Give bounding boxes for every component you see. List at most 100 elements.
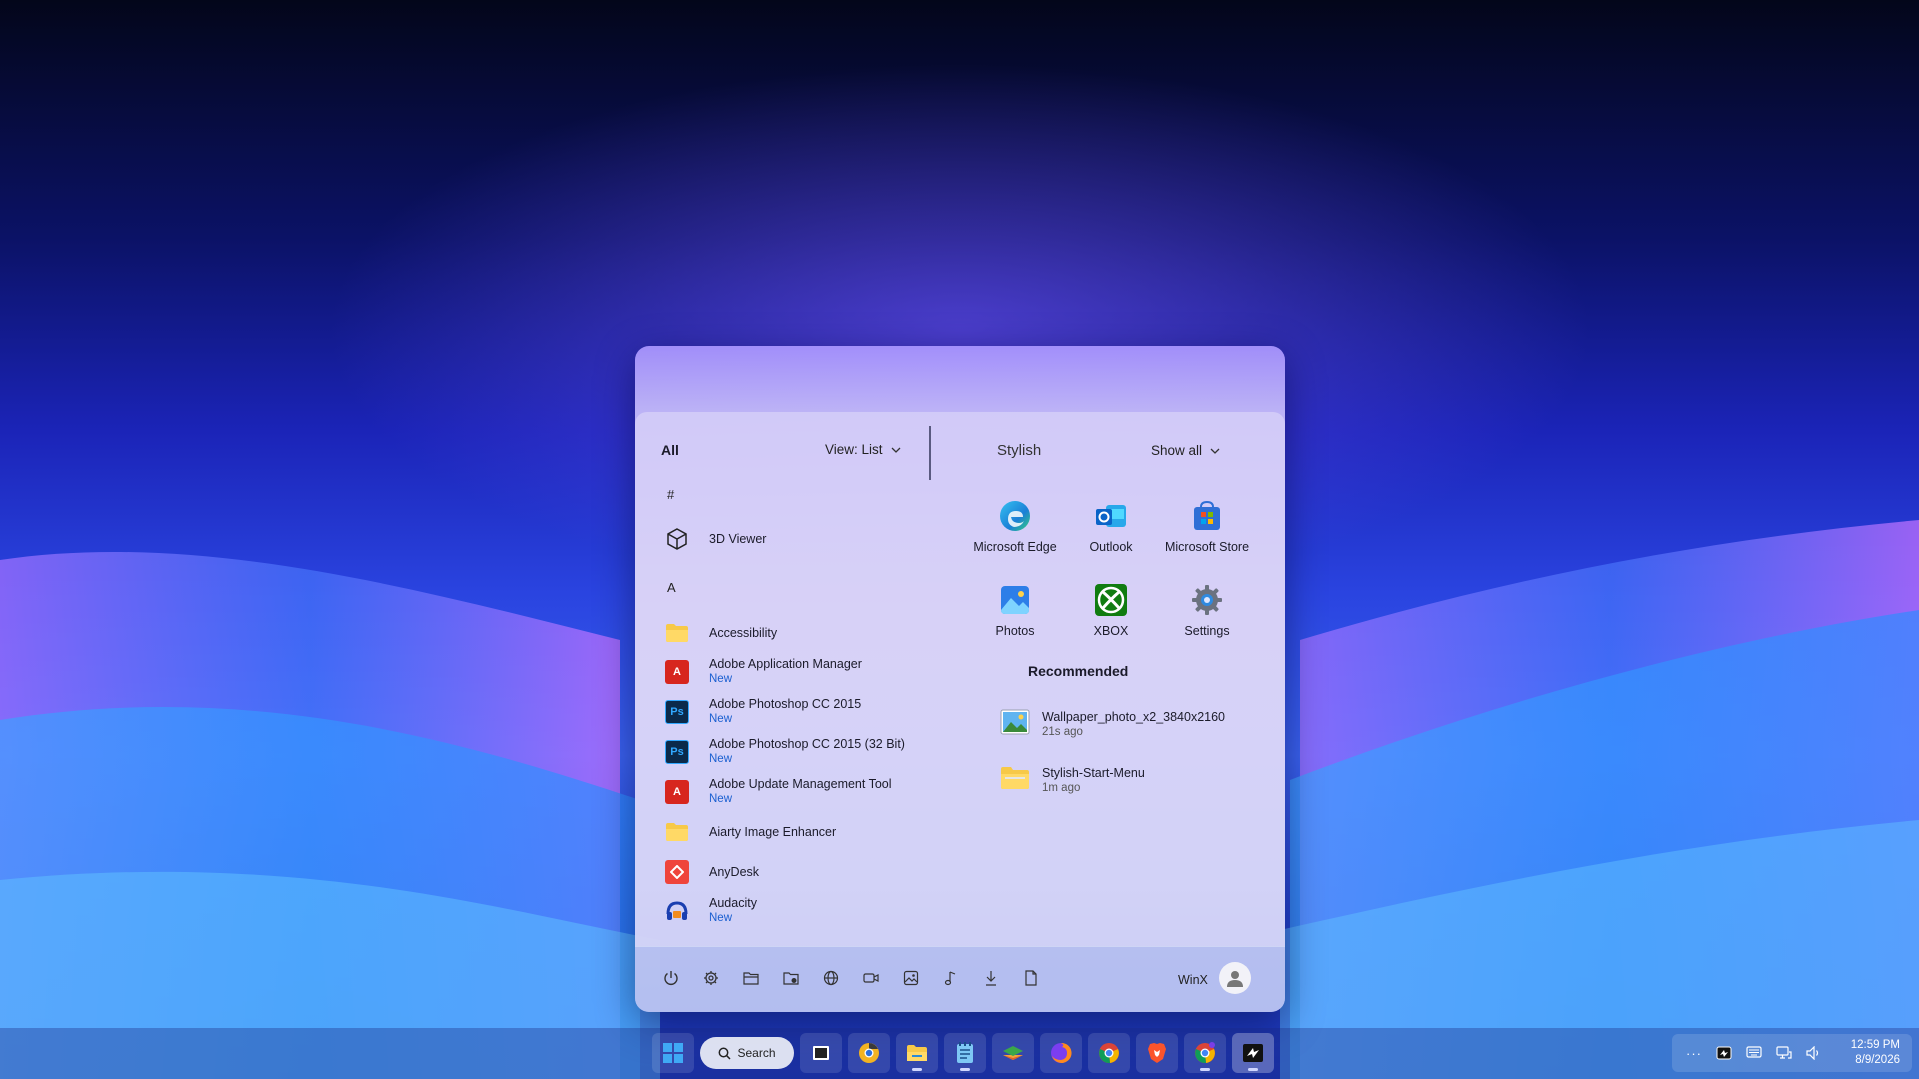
photos-icon (997, 582, 1033, 618)
more-icon[interactable]: ··· (1686, 1046, 1702, 1061)
pinned-section-title: Stylish (997, 442, 1042, 459)
file-explorer-icon (907, 1045, 927, 1061)
taskbar-file-explorer[interactable] (896, 1033, 938, 1073)
taskbar-firefox[interactable] (1040, 1033, 1082, 1073)
recommended-item-wallpaper[interactable]: Wallpaper_photo_x2_3840x2160 21s ago (1000, 704, 1270, 744)
task-view-button[interactable] (800, 1033, 842, 1073)
xbox-icon (1093, 582, 1129, 618)
search-icon (719, 1047, 732, 1060)
music-icon[interactable] (939, 966, 963, 990)
system-tray: ··· 12:59 PM 8/9/2026 (1672, 1034, 1912, 1072)
photoshop-icon: Ps (665, 700, 689, 724)
new-badge: New (709, 912, 733, 924)
app-item-audacity[interactable]: Audacity New (665, 893, 925, 929)
app-item-anydesk[interactable]: AnyDesk (665, 854, 925, 890)
chrome-dev-icon (1195, 1042, 1215, 1064)
app-item-adobe-application-manager[interactable]: A Adobe Application Manager New (665, 654, 925, 690)
app-item-photoshop-cc-2015-32bit[interactable]: Ps Adobe Photoshop CC 2015 (32 Bit) New (665, 734, 925, 770)
running-indicator (1248, 1068, 1258, 1071)
footer-quick-links (659, 966, 1043, 990)
pinned-label: Microsoft Store (1164, 540, 1250, 554)
app-name: AnyDesk (709, 864, 760, 879)
running-indicator (1200, 1068, 1210, 1071)
chrome-canary-icon (859, 1043, 879, 1063)
pinned-label: Microsoft Edge (973, 540, 1057, 554)
view-mode-label: View: List (825, 442, 883, 457)
letter-header-a[interactable]: A (667, 580, 676, 595)
app-name: Audacity (709, 896, 757, 910)
clock-date: 8/9/2026 (1855, 1054, 1900, 1066)
folder-open-icon[interactable] (739, 966, 763, 990)
app-name: Accessibility (709, 625, 778, 640)
edge-icon (997, 498, 1033, 534)
show-all-label: Show all (1151, 443, 1203, 458)
start-button[interactable] (652, 1033, 694, 1073)
pinned-settings[interactable]: Settings (1157, 582, 1257, 638)
adobe-icon: A (665, 780, 689, 804)
taskbar-chrome[interactable] (1088, 1033, 1130, 1073)
brave-icon (1148, 1043, 1166, 1063)
globe-icon[interactable] (819, 966, 843, 990)
picture-icon[interactable] (899, 966, 923, 990)
image-file-icon (1000, 707, 1030, 742)
document-icon[interactable] (1019, 966, 1043, 990)
recommended-name: Stylish-Start-Menu (1042, 765, 1145, 780)
folder-icon (665, 820, 689, 844)
store-icon (1189, 498, 1225, 534)
show-all-dropdown[interactable]: Show all (1151, 443, 1220, 458)
network-icon[interactable] (1776, 1045, 1792, 1060)
app-item-photoshop-cc-2015[interactable]: Ps Adobe Photoshop CC 2015 New (665, 694, 925, 730)
pinned-microsoft-edge[interactable]: Microsoft Edge (965, 498, 1065, 554)
audacity-icon (665, 899, 689, 923)
gear-icon[interactable] (699, 966, 723, 990)
app-name: 3D Viewer (709, 531, 767, 546)
pinned-microsoft-store[interactable]: Microsoft Store (1157, 498, 1257, 554)
app-item-3d-viewer[interactable]: 3D Viewer (665, 521, 925, 557)
app-name: Aiarty Image Enhancer (709, 824, 837, 839)
anydesk-icon (665, 860, 689, 884)
taskbar-notepad[interactable] (944, 1033, 986, 1073)
folder-icon (665, 621, 689, 645)
search-label: Search (737, 1046, 776, 1060)
pinned-label: XBOX (1093, 624, 1129, 638)
recommended-time: 21s ago (1042, 725, 1083, 738)
layers-icon (1003, 1046, 1023, 1060)
folder-icon (1000, 765, 1030, 796)
task-view-icon (813, 1046, 829, 1060)
chevron-down-icon (891, 447, 900, 453)
chevron-down-icon (1210, 448, 1220, 454)
recommended-item-stylish-start-menu[interactable]: Stylish-Start-Menu 1m ago (1000, 760, 1270, 800)
app-item-accessibility[interactable]: Accessibility (665, 615, 925, 651)
photoshop-icon: Ps (665, 740, 689, 764)
taskbar-layers-app[interactable] (992, 1033, 1034, 1073)
power-icon[interactable] (659, 966, 683, 990)
pinned-label: Outlook (1089, 540, 1133, 554)
adobe-icon: A (665, 660, 689, 684)
app-item-aiarty-image-enhancer[interactable]: Aiarty Image Enhancer (665, 814, 925, 850)
user-avatar[interactable] (1219, 962, 1251, 994)
recommended-name: Wallpaper_photo_x2_3840x2160 (1042, 709, 1226, 724)
recommended-time: 1m ago (1042, 781, 1081, 794)
video-icon[interactable] (859, 966, 883, 990)
taskbar-chrome-dev[interactable] (1184, 1033, 1226, 1073)
pinned-photos[interactable]: Photos (965, 582, 1065, 638)
taskbar-chrome-canary[interactable] (848, 1033, 890, 1073)
clock[interactable]: 12:59 PM 8/9/2026 (1851, 1038, 1900, 1068)
pinned-outlook[interactable]: Outlook (1061, 498, 1161, 554)
taskbar-brave[interactable] (1136, 1033, 1178, 1073)
cube-icon (665, 527, 689, 551)
letter-header-hash[interactable]: # (667, 487, 674, 502)
download-icon[interactable] (979, 966, 1003, 990)
app-item-adobe-update-management-tool[interactable]: A Adobe Update Management Tool New (665, 774, 925, 810)
keyboard-icon[interactable] (1746, 1045, 1762, 1058)
volume-icon[interactable] (1806, 1045, 1822, 1060)
pinned-xbox[interactable]: XBOX (1061, 582, 1161, 638)
taskbar-hyper-app[interactable] (1232, 1033, 1274, 1073)
user-name[interactable]: WinX (1178, 973, 1208, 987)
running-indicator (960, 1068, 970, 1071)
view-mode-dropdown[interactable]: View: List (825, 442, 901, 457)
network-folder-icon[interactable] (779, 966, 803, 990)
app-tray-icon[interactable] (1716, 1046, 1732, 1060)
taskbar-search[interactable]: Search (700, 1037, 794, 1069)
new-badge: New (709, 673, 733, 685)
